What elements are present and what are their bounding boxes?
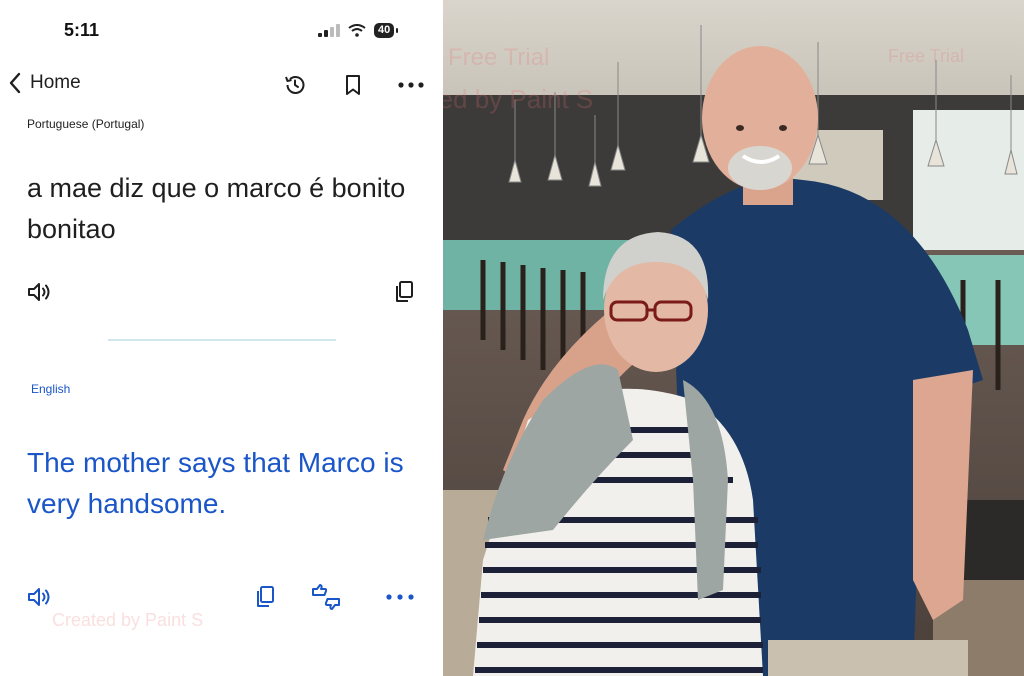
battery-indicator: 40 [374, 23, 399, 38]
top-nav: Home [0, 66, 443, 104]
back-button[interactable]: Home [8, 72, 81, 94]
section-divider [108, 339, 336, 341]
target-listen-button[interactable] [24, 582, 54, 612]
status-icons: 40 [318, 23, 399, 38]
status-time: 5:11 [64, 20, 100, 40]
more-horizontal-icon [398, 82, 424, 88]
bookmark-button[interactable] [340, 72, 366, 98]
target-language-label[interactable]: English [31, 382, 70, 396]
source-copy-button[interactable] [389, 277, 419, 307]
source-listen-button[interactable] [24, 277, 54, 307]
history-button[interactable] [282, 72, 308, 98]
translate-screen: 5:11 40 Home Portuguese (Portugal) a mae… [0, 0, 443, 676]
speaker-icon [28, 283, 50, 301]
thumbs-up-down-icon [312, 584, 340, 610]
source-language-label[interactable]: Portuguese (Portugal) [27, 117, 144, 131]
wifi-icon [348, 24, 366, 37]
photo: Free Trial Free Trial Created by Paint S [443, 0, 1024, 676]
target-copy-button[interactable] [250, 582, 280, 612]
watermark-created-by: Created by Paint S [52, 610, 204, 630]
signal-icon [318, 24, 340, 37]
feedback-button[interactable] [311, 582, 341, 612]
speaker-icon [28, 588, 50, 606]
target-more-button[interactable] [385, 582, 415, 612]
bookmark-icon [346, 75, 360, 95]
copy-icon [396, 281, 413, 302]
copy-icon [257, 586, 274, 607]
history-icon [285, 76, 305, 94]
chevron-left-icon [9, 72, 21, 94]
more-options-button[interactable] [398, 72, 424, 98]
back-label: Home [30, 72, 81, 93]
restaurant-photo [443, 0, 1024, 676]
translated-text: The mother says that Marco is very hands… [27, 447, 404, 519]
source-text[interactable]: a mae diz que o marco é bonito bonitao [27, 168, 407, 250]
more-horizontal-icon [386, 594, 414, 600]
